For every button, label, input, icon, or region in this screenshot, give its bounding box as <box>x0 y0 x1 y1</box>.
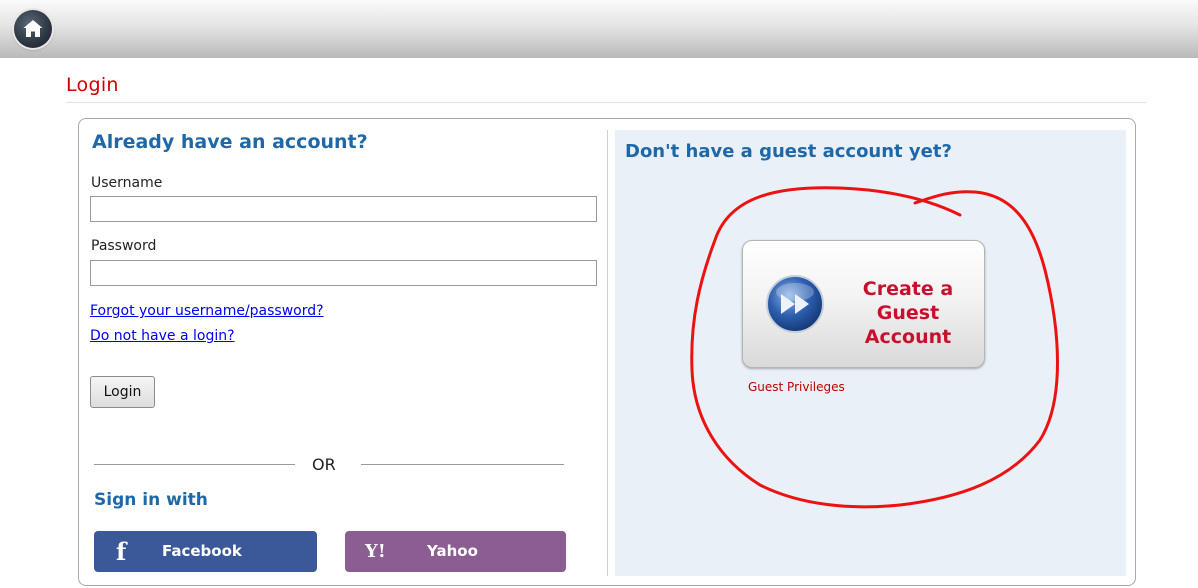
facebook-icon: f <box>116 537 127 566</box>
username-input[interactable] <box>90 196 597 222</box>
create-guest-account-button[interactable]: Create a Guest Account <box>742 240 985 368</box>
create-guest-account-label: Create a Guest Account <box>843 277 973 349</box>
no-login-link[interactable]: Do not have a login? <box>90 328 235 344</box>
section-divider <box>607 130 608 576</box>
or-divider-right <box>361 464 564 465</box>
home-icon <box>23 20 43 37</box>
yahoo-signin-button[interactable]: Y! Yahoo <box>345 531 566 572</box>
home-button[interactable] <box>14 10 52 48</box>
username-label: Username <box>91 175 163 191</box>
or-divider-left <box>94 464 295 465</box>
fast-forward-icon <box>766 275 824 333</box>
guest-privileges-link[interactable]: Guest Privileges <box>748 380 845 394</box>
create-line-2: Guest <box>876 302 940 324</box>
forgot-credentials-link[interactable]: Forgot your username/password? <box>90 303 324 319</box>
top-bar <box>0 0 1198 58</box>
create-line-3: Account <box>864 326 952 348</box>
facebook-signin-button[interactable]: f Facebook <box>94 531 317 572</box>
password-input[interactable] <box>90 260 597 286</box>
page-title: Login <box>66 74 119 96</box>
title-divider <box>66 102 1146 103</box>
login-heading: Already have an account? <box>92 131 368 153</box>
guest-heading: Don't have a guest account yet? <box>625 141 952 162</box>
create-line-1: Create a <box>862 278 954 300</box>
sign-in-with-heading: Sign in with <box>94 490 208 510</box>
yahoo-icon: Y! <box>365 541 386 562</box>
login-button[interactable]: Login <box>90 376 155 408</box>
yahoo-label: Yahoo <box>427 542 478 560</box>
facebook-label: Facebook <box>162 542 242 560</box>
password-label: Password <box>91 238 157 254</box>
or-label: OR <box>312 455 336 474</box>
